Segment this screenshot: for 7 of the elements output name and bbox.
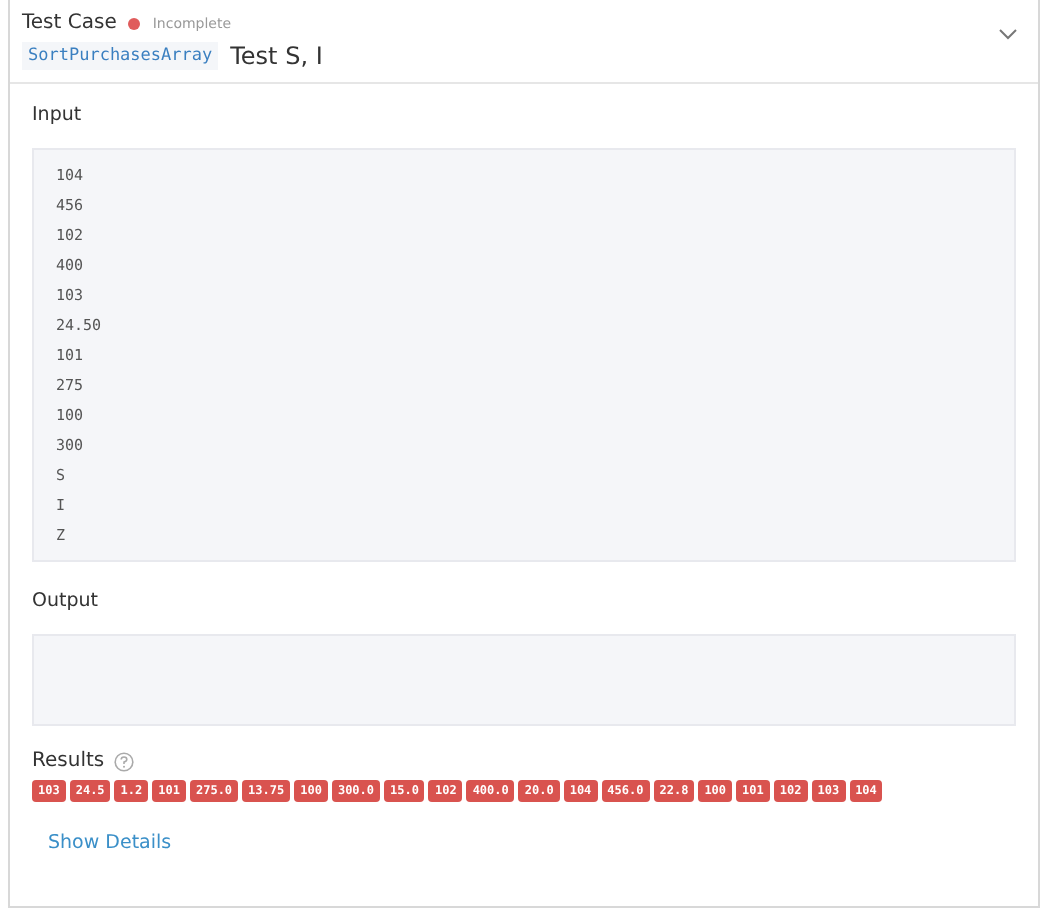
- method-name: SortPurchasesArray: [22, 42, 219, 70]
- test-case-title: Test Case: [22, 12, 117, 34]
- output-label: Output: [32, 590, 100, 612]
- test-name: Test S, I: [230, 42, 323, 70]
- show-details-link[interactable]: Show Details: [48, 832, 1016, 854]
- results-label: Results: [32, 750, 105, 772]
- input-label: Input: [32, 104, 84, 126]
